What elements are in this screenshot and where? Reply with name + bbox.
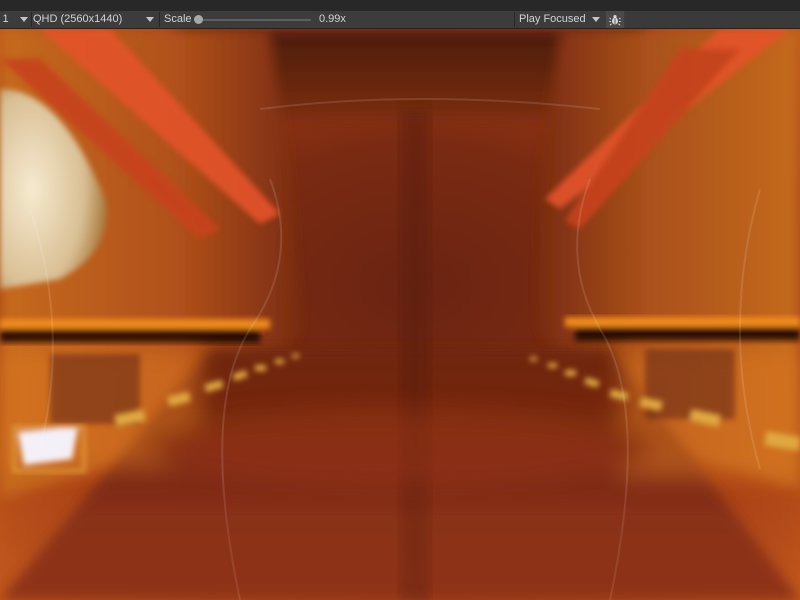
toolbar-divider xyxy=(159,12,160,27)
scale-slider-handle[interactable] xyxy=(194,15,203,24)
scale-value: 0.99x xyxy=(319,13,346,25)
game-view-window: y 1 QHD (2560x1440) Scale 0.99x Play Foc… xyxy=(0,0,800,600)
toolbar-empty-area xyxy=(626,11,800,28)
game-render xyxy=(0,29,800,600)
chevron-down-icon xyxy=(20,17,28,22)
display-dropdown[interactable]: y 1 xyxy=(0,11,32,28)
resolution-dropdown[interactable]: QHD (2560x1440) xyxy=(32,11,158,28)
resolution-dropdown-label: QHD (2560x1440) xyxy=(33,13,123,25)
game-view-toolbar: y 1 QHD (2560x1440) Scale 0.99x Play Foc… xyxy=(0,11,800,29)
display-dropdown-label: y 1 xyxy=(0,13,9,25)
toolbar-divider xyxy=(514,12,515,27)
play-mode-dropdown-label: Play Focused xyxy=(519,13,586,25)
game-viewport[interactable] xyxy=(0,29,800,600)
bug-icon xyxy=(609,14,621,26)
frame-debugger-button[interactable] xyxy=(606,11,624,28)
chevron-down-icon xyxy=(146,17,154,22)
chevron-down-icon xyxy=(592,17,600,22)
play-mode-dropdown[interactable]: Play Focused xyxy=(516,11,604,28)
scale-label: Scale xyxy=(164,13,192,25)
scale-slider-track[interactable] xyxy=(199,19,311,21)
